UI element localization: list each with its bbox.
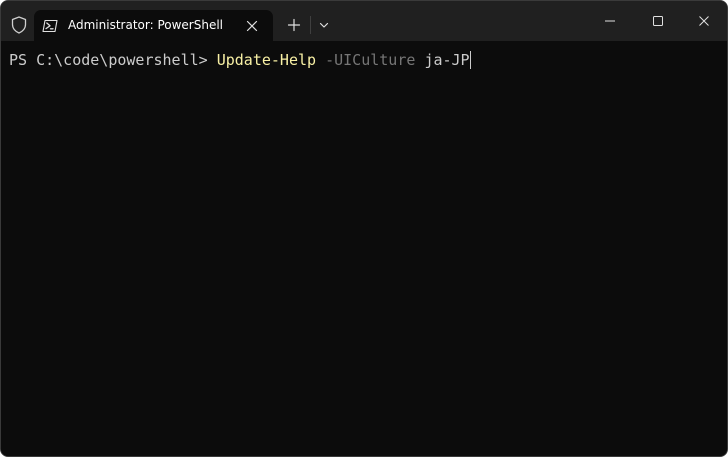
- terminal-window: Administrator: PowerShell PS C:\code\pow…: [0, 0, 728, 457]
- tab-powershell[interactable]: Administrator: PowerShell: [34, 10, 273, 41]
- shield-icon: [11, 16, 27, 34]
- tab-divider: [310, 16, 311, 34]
- close-tab-icon[interactable]: [244, 18, 260, 34]
- parameter-text: -UICulture: [325, 51, 416, 69]
- cmdlet-text: Update-Help: [216, 51, 317, 69]
- minimize-button[interactable]: [587, 1, 633, 41]
- maximize-button[interactable]: [635, 1, 681, 41]
- plus-icon: [287, 18, 301, 32]
- title-bar[interactable]: Administrator: PowerShell: [1, 1, 727, 41]
- tab-title: Administrator: PowerShell: [68, 18, 224, 32]
- command-line: PS C:\code\powershell> Update-Help -UICu…: [9, 51, 471, 69]
- prompt-text: PS C:\code\powershell>: [9, 51, 217, 69]
- minimize-icon: [605, 20, 615, 22]
- maximize-icon: [653, 16, 663, 26]
- argument-text: ja-JP: [424, 51, 470, 69]
- chevron-down-icon: [319, 22, 329, 28]
- powershell-icon: [42, 18, 58, 34]
- close-icon: [699, 16, 709, 26]
- terminal-pane[interactable]: PS C:\code\powershell> Update-Help -UICu…: [1, 41, 727, 456]
- new-tab-button[interactable]: [285, 16, 303, 34]
- close-window-button[interactable]: [681, 1, 727, 41]
- text-cursor: [469, 51, 471, 69]
- tab-dropdown-button[interactable]: [315, 16, 333, 34]
